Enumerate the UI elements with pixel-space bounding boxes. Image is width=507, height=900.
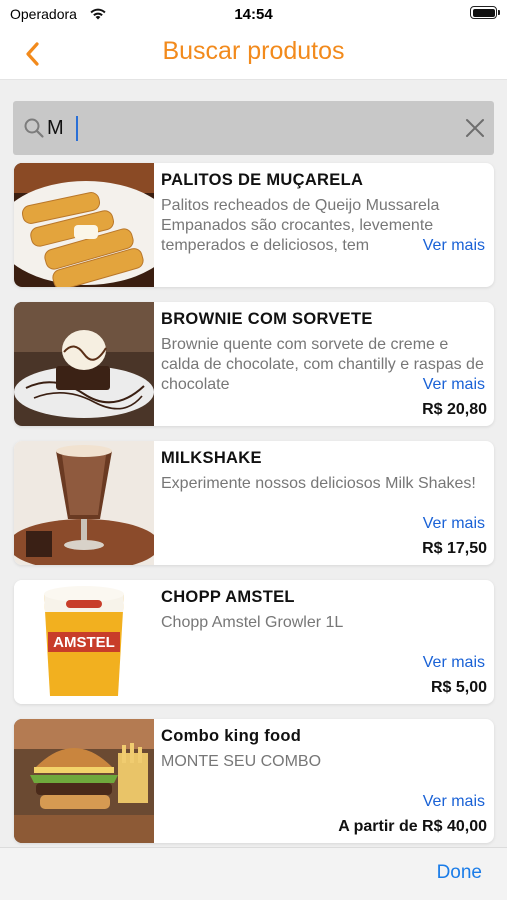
product-image-mozzarella-sticks <box>14 163 154 287</box>
product-title: Combo king food <box>161 727 302 745</box>
product-description: Experimente nossos deliciosos Milk Shake… <box>161 475 476 492</box>
product-title: PALITOS DE MUÇARELA <box>161 171 364 189</box>
status-bar: Operadora 14:54 <box>0 0 507 28</box>
product-price: R$ 20,80 <box>422 401 487 418</box>
text-caret <box>76 116 78 141</box>
product-price: R$ 17,50 <box>422 540 487 557</box>
product-title: MILKSHAKE <box>161 449 262 467</box>
product-image-burger-combo <box>14 719 154 843</box>
close-icon[interactable] <box>464 117 486 139</box>
see-more-link[interactable]: Ver mais <box>410 654 485 672</box>
battery-icon <box>470 6 500 19</box>
product-card-milkshake[interactable]: MILKSHAKE Experimente nossos deliciosos … <box>14 441 494 565</box>
see-more-link[interactable]: Ver mais <box>410 376 485 394</box>
product-description: Chopp Amstel Growler 1L <box>161 614 344 631</box>
product-card-brownie[interactable]: BROWNIE COM SORVETE Brownie quente com s… <box>14 302 494 426</box>
keyboard-toolbar: Done <box>0 847 507 900</box>
product-title: BROWNIE COM SORVETE <box>161 310 373 328</box>
product-image-brownie <box>14 302 154 426</box>
product-price: A partir de R$ 40,00 <box>338 818 487 835</box>
product-image-milkshake <box>14 441 154 565</box>
see-more-link[interactable]: Ver mais <box>410 793 485 811</box>
clock: 14:54 <box>234 6 273 23</box>
product-card-palitos[interactable]: PALITOS DE MUÇARELA Palitos recheados de… <box>14 163 494 287</box>
product-image-beer-glass: AMSTEL <box>14 580 154 704</box>
see-more-link[interactable]: Ver mais <box>410 515 485 533</box>
product-description: MONTE SEU COMBO <box>161 753 322 770</box>
amstel-logo: AMSTEL <box>53 634 115 651</box>
see-more-link[interactable]: Ver mais <box>410 237 485 255</box>
product-card-chopp[interactable]: AMSTEL CHOPP AMSTEL Chopp Amstel Growler… <box>14 580 494 704</box>
product-card-combo[interactable]: Combo king food MONTE SEU COMBO Ver mais… <box>14 719 494 843</box>
page-title: Buscar produtos <box>162 37 345 65</box>
search-icon <box>24 118 44 138</box>
product-title: CHOPP AMSTEL <box>161 588 295 606</box>
product-price: R$ 5,00 <box>430 679 487 696</box>
done-button[interactable]: Done <box>437 862 482 884</box>
navigation-bar: Buscar produtos <box>0 28 507 80</box>
search-input[interactable] <box>45 107 445 149</box>
search-bar <box>13 101 494 155</box>
